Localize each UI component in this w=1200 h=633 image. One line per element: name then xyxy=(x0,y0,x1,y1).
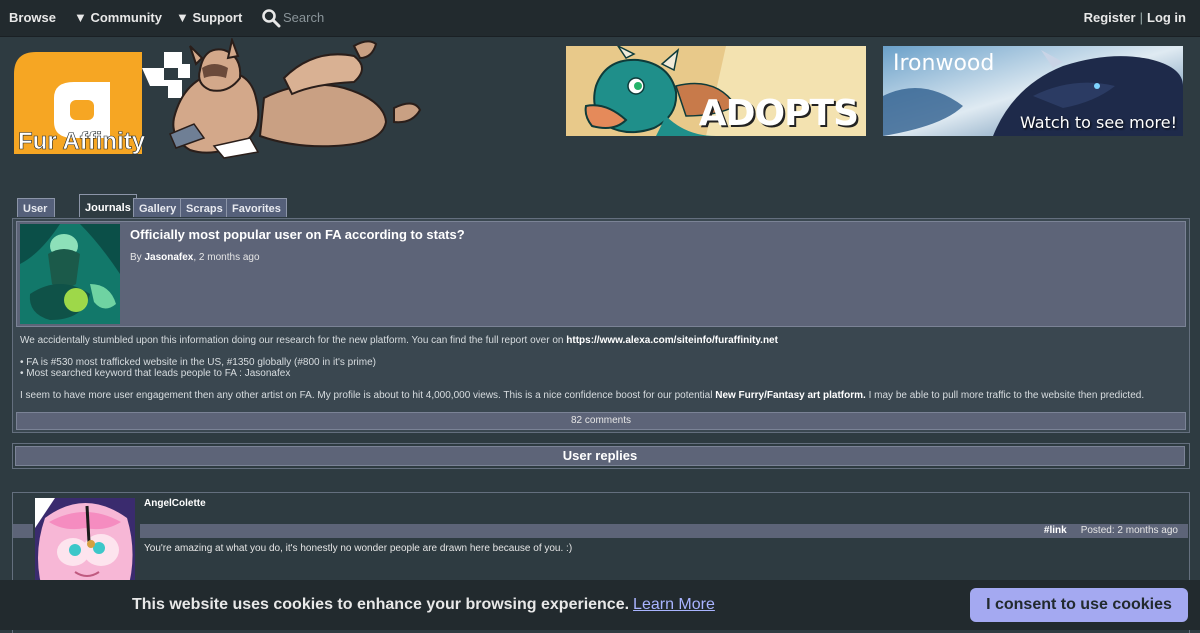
comment-meta-bar: #link Posted: 2 months ago xyxy=(140,524,1188,538)
tab-favorites[interactable]: Favorites xyxy=(226,198,287,217)
ironwood-title: Ironwood xyxy=(893,51,995,76)
cookie-message-text: This website uses cookies to enhance you… xyxy=(132,596,630,613)
journal-body: We accidentally stumbled upon this infor… xyxy=(20,335,1180,401)
journal-header: Officially most popular user on FA accor… xyxy=(16,221,1186,327)
byline-prefix: By xyxy=(130,252,145,263)
comments-count[interactable]: 82 comments xyxy=(16,412,1186,430)
journal-byline: By Jasonafex, 2 months ago xyxy=(130,252,260,263)
comment-posted-time: Posted: 2 months ago xyxy=(1080,525,1178,536)
tab-scraps[interactable]: Scraps xyxy=(180,198,229,217)
account-links: Register | Log in xyxy=(1084,10,1186,25)
bullet-2: • Most searched keyword that leads peopl… xyxy=(20,368,291,379)
user-replies-section: User replies xyxy=(12,443,1190,469)
cookie-message: This website uses cookies to enhance you… xyxy=(132,596,715,614)
tab-journals[interactable]: Journals xyxy=(79,194,137,217)
tab-gallery[interactable]: Gallery xyxy=(133,198,183,217)
link-separator: | xyxy=(1139,10,1143,25)
search-icon[interactable] xyxy=(261,8,281,28)
consent-cookies-button[interactable]: I consent to use cookies xyxy=(970,588,1188,622)
comment-text: You're amazing at what you do, it's hone… xyxy=(144,543,573,554)
nav-community[interactable]: ▼ Community xyxy=(74,10,162,25)
para3-text: I seem to have more user engagement then… xyxy=(20,390,716,401)
cookie-banner: This website uses cookies to enhance you… xyxy=(0,580,1200,630)
adopts-caption: ADOPTS xyxy=(698,93,859,134)
learn-more-link[interactable]: Learn More xyxy=(633,596,715,613)
journal-paragraph-1: We accidentally stumbled upon this infor… xyxy=(20,335,1180,346)
ironwood-banner[interactable]: Ironwood Watch to see more! xyxy=(883,46,1183,136)
para3-end: I may be able to pull more traffic to th… xyxy=(865,390,1145,401)
site-logo[interactable]: Fur Affinity xyxy=(14,36,424,160)
ironwood-caption: Watch to see more! xyxy=(1019,113,1177,132)
login-link[interactable]: Log in xyxy=(1147,10,1186,25)
search-input[interactable]: Search xyxy=(283,10,324,25)
nav-browse[interactable]: Browse xyxy=(9,10,56,25)
author-avatar[interactable] xyxy=(20,224,120,324)
commenter-name[interactable]: AngelColette xyxy=(144,498,206,509)
bullet-1: • FA is #530 most trafficked website in … xyxy=(20,357,376,368)
tab-user-page[interactable]: User Page xyxy=(17,198,56,235)
journal-title: Officially most popular user on FA accor… xyxy=(130,227,465,242)
comment-permalink[interactable]: #link xyxy=(1044,525,1067,536)
search-box[interactable]: Search xyxy=(261,8,381,28)
logo-text: Fur Affinity xyxy=(18,128,146,155)
register-link[interactable]: Register xyxy=(1084,10,1136,25)
top-navigation: Browse ▼ Community ▼ Support Search Regi… xyxy=(0,0,1200,37)
alexa-link[interactable]: https://www.alexa.com/siteinfo/furaffini… xyxy=(566,335,778,346)
journal-entry: Officially most popular user on FA accor… xyxy=(12,218,1190,433)
journal-time: , 2 months ago xyxy=(193,252,260,263)
journal-author[interactable]: Jasonafex xyxy=(144,252,193,263)
author-avatar-image xyxy=(20,224,120,324)
user-replies-header: User replies xyxy=(15,446,1185,466)
fur-affinity-mascot-logo: Fur Affinity xyxy=(14,36,422,159)
comment-indent xyxy=(13,524,33,538)
adopts-banner[interactable]: ADOPTS xyxy=(566,46,866,136)
platform-bold: New Furry/Fantasy art platform. xyxy=(715,390,866,401)
para1-text: We accidentally stumbled upon this infor… xyxy=(20,335,567,346)
nav-support[interactable]: ▼ Support xyxy=(176,10,242,25)
journal-paragraph-3: I seem to have more user engagement then… xyxy=(20,390,1180,401)
